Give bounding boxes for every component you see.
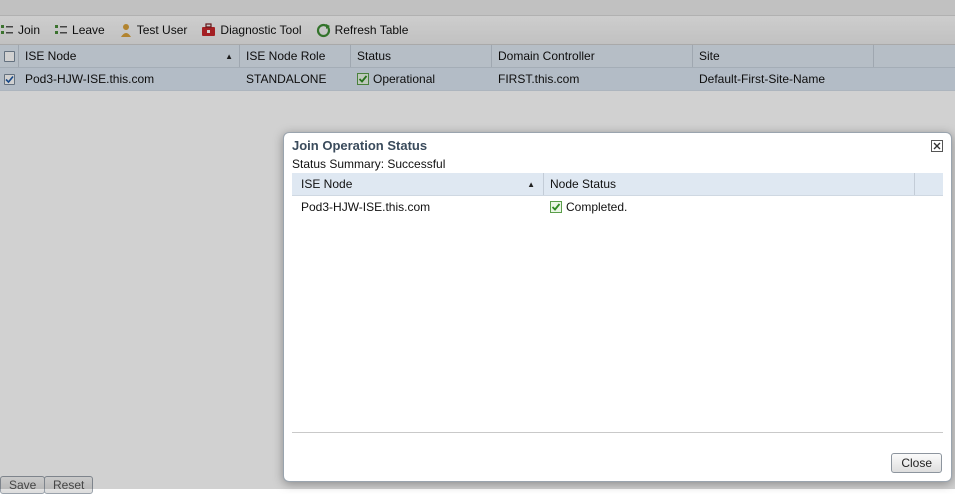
dialog-col-ise-node[interactable]: ISE Node ▲ <box>292 173 544 195</box>
row-status: Operational <box>351 68 492 90</box>
join-operation-status-dialog: Join Operation Status Status Summary: Su… <box>283 132 952 482</box>
table-row: Pod3-HJW-ISE.this.com Completed. <box>292 196 943 218</box>
row-site-text: Default-First-Site-Name <box>699 72 826 86</box>
row-checkbox[interactable] <box>4 73 15 85</box>
join-points-table: ISE Node ▲ ISE Node Role Status Domain C… <box>0 45 955 91</box>
dialog-row-node-status: Completed. <box>544 196 915 218</box>
col-ise-node-role[interactable]: ISE Node Role <box>240 45 351 67</box>
dialog-col-node-status[interactable]: Node Status <box>544 173 915 195</box>
dialog-node-table: ISE Node ▲ Node Status Pod3-HJW-ISE.this… <box>292 173 943 218</box>
leave-icon <box>55 25 68 34</box>
close-icon <box>933 142 941 150</box>
col-domain-controller-label: Domain Controller <box>498 49 595 63</box>
test-user-icon <box>120 23 131 37</box>
diagnostic-tool-button[interactable]: Diagnostic Tool <box>201 19 307 41</box>
diagnostic-tool-icon <box>202 23 216 36</box>
row-role: STANDALONE <box>240 68 351 90</box>
refresh-table-button[interactable]: Refresh Table <box>316 19 415 41</box>
dialog-col-ise-node-label: ISE Node <box>301 177 353 191</box>
dialog-title: Join Operation Status <box>292 138 428 153</box>
col-status-label: Status <box>357 49 392 63</box>
test-user-button[interactable]: Test User <box>119 19 194 41</box>
diagnostic-tool-label: Diagnostic Tool <box>220 23 302 37</box>
select-all-checkbox[interactable] <box>3 50 15 62</box>
dialog-close-x-button[interactable] <box>931 140 943 152</box>
dialog-close-button[interactable]: Close <box>891 453 942 473</box>
sort-ascending-icon: ▲ <box>527 179 535 189</box>
row-ise-node: Pod3-HJW-ISE.this.com <box>19 68 240 90</box>
refresh-table-label: Refresh Table <box>334 23 409 37</box>
col-site[interactable]: Site <box>693 45 874 67</box>
ise-active-directory-page: Join Leave Test User Diagnostic Tool Ref… <box>0 0 955 494</box>
row-status-text: Operational <box>373 72 436 86</box>
dialog-row-node-status-text: Completed. <box>566 200 628 214</box>
checkmark-icon <box>5 75 14 83</box>
row-site: Default-First-Site-Name <box>693 68 874 90</box>
dialog-divider <box>292 432 943 433</box>
col-site-label: Site <box>699 49 720 63</box>
col-ise-node-role-label: ISE Node Role <box>246 49 326 63</box>
test-user-label: Test User <box>136 23 188 37</box>
row-domain-controller: FIRST.this.com <box>492 68 693 90</box>
join-icon <box>1 25 13 34</box>
refresh-table-icon <box>316 23 330 37</box>
join-label: Join <box>18 23 41 37</box>
row-role-text: STANDALONE <box>246 72 327 86</box>
check-ok-icon <box>357 73 369 85</box>
join-button[interactable]: Join <box>0 19 46 41</box>
row-ise-node-text: Pod3-HJW-ISE.this.com <box>25 72 155 86</box>
row-domain-controller-text: FIRST.this.com <box>498 72 580 86</box>
dialog-row-ise-node-text: Pod3-HJW-ISE.this.com <box>301 200 431 214</box>
dialog-col-node-status-label: Node Status <box>550 177 617 191</box>
col-ise-node[interactable]: ISE Node ▲ <box>19 45 240 67</box>
check-ok-icon <box>550 201 562 213</box>
leave-label: Leave <box>72 23 105 37</box>
table-row[interactable]: Pod3-HJW-ISE.this.com STANDALONE Operati… <box>0 68 955 91</box>
top-strip <box>0 0 955 16</box>
dialog-row-ise-node: Pod3-HJW-ISE.this.com <box>292 196 544 218</box>
status-summary: Status Summary: Successful <box>292 157 446 171</box>
col-ise-node-label: ISE Node <box>25 49 77 63</box>
toolbar: Join Leave Test User Diagnostic Tool Ref… <box>0 16 955 45</box>
leave-button[interactable]: Leave <box>54 19 111 41</box>
sort-ascending-icon: ▲ <box>225 51 233 61</box>
dialog-table-header: ISE Node ▲ Node Status <box>292 173 943 196</box>
table-header: ISE Node ▲ ISE Node Role Status Domain C… <box>0 45 955 68</box>
col-domain-controller[interactable]: Domain Controller <box>492 45 693 67</box>
row-select-cell <box>0 68 19 90</box>
col-status[interactable]: Status <box>351 45 492 67</box>
select-all-cell <box>0 45 19 67</box>
